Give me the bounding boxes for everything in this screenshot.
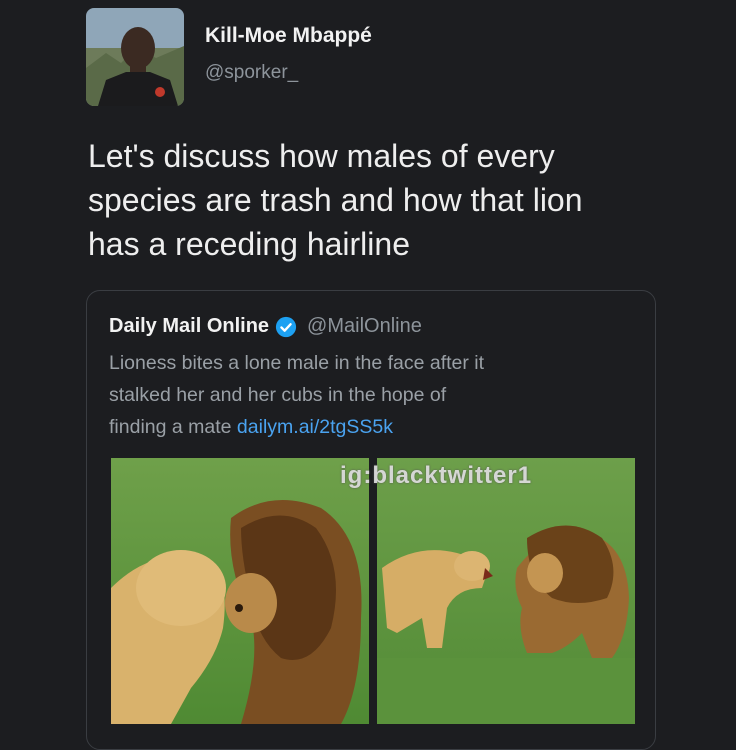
tweet-text-line: Let's discuss how males of every [88,138,555,174]
avatar-photo [86,8,184,106]
tweet-card: Kill-Moe Mbappé @sporker_ Let's discuss … [0,0,736,750]
lions-photo-left [111,458,369,724]
tweet-text: Let's discuss how males of every species… [88,134,688,266]
quoted-tweet-link[interactable]: dailym.ai/2tgSS5k [237,416,393,438]
avatar[interactable] [86,8,184,106]
user-handle[interactable]: @sporker_ [205,62,298,84]
verified-badge-icon [275,316,297,337]
quoted-tweet-text: Lioness bites a lone male in the face af… [109,347,629,443]
quoted-handle[interactable]: @MailOnline [307,315,422,338]
display-name[interactable]: Kill-Moe Mbappé [205,24,372,48]
tweet-text-line: species are trash and how that lion [88,182,583,218]
quoted-display-name[interactable]: Daily Mail Online [109,315,269,338]
lions-photo-right [377,458,635,724]
quoted-tweet-header: Daily Mail Online @MailOnline [109,315,422,338]
photo-lions-fighting[interactable] [111,458,369,724]
quoted-text-line: finding a mate dailym.ai/2tgSS5k [109,411,629,443]
tweet-text-line: has a receding hairline [88,226,410,262]
quoted-text-line: Lioness bites a lone male in the face af… [109,352,485,374]
quoted-tweet[interactable]: Daily Mail Online @MailOnline Lioness bi… [86,290,656,750]
watermark: ig:blacktwitter1 [340,462,533,489]
photo-lioness-roaring[interactable] [377,458,635,724]
quoted-text-fragment: finding a mate [109,416,237,438]
quoted-text-line: stalked her and her cubs in the hope of [109,384,447,406]
